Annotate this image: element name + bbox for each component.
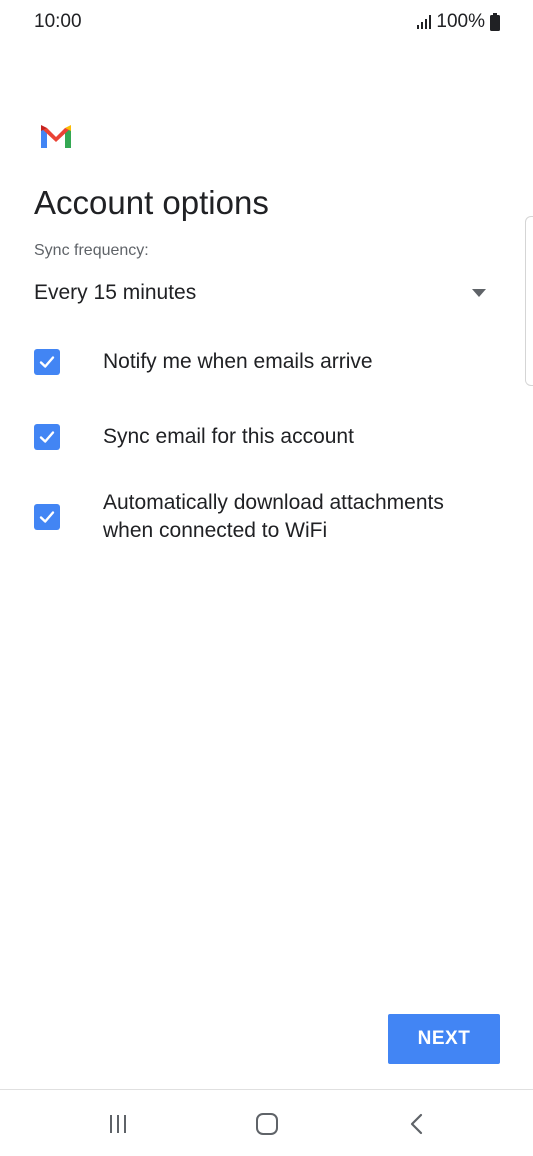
back-button[interactable] [397, 1106, 437, 1142]
sync-frequency-label: Sync frequency: [34, 242, 149, 259]
status-time: 10:00 [34, 11, 82, 32]
signal-icon [417, 15, 432, 29]
sync-email-checkbox[interactable] [34, 424, 60, 450]
sync-email-label[interactable]: Sync email for this account [103, 423, 493, 451]
option-attachments-row: Automatically download attachments when … [34, 489, 494, 545]
dropdown-arrow-icon [472, 289, 486, 297]
auto-download-checkbox[interactable] [34, 504, 60, 530]
home-button[interactable] [247, 1106, 287, 1142]
scroll-indicator[interactable] [525, 216, 533, 386]
next-button[interactable]: NEXT [388, 1014, 500, 1064]
recent-apps-icon [110, 1115, 126, 1133]
check-icon [39, 356, 55, 368]
option-sync-row: Sync email for this account [34, 423, 494, 451]
back-icon [410, 1113, 423, 1135]
sync-frequency-value: Every 15 minutes [34, 281, 197, 304]
page-title: Account options [34, 184, 269, 221]
battery-percentage: 100% [436, 11, 485, 32]
status-indicators: 100% [416, 11, 501, 33]
check-icon [39, 431, 55, 443]
recent-apps-button[interactable] [98, 1106, 138, 1142]
auto-download-label[interactable]: Automatically download attachments when … [103, 489, 493, 545]
battery-icon [490, 13, 500, 31]
sync-frequency-dropdown[interactable]: Every 15 minutes [34, 276, 488, 310]
navigation-bar [0, 1090, 533, 1156]
home-icon [256, 1113, 278, 1135]
notify-label[interactable]: Notify me when emails arrive [103, 348, 493, 376]
status-bar: 10:00 100% [0, 0, 533, 44]
check-icon [39, 511, 55, 523]
option-notify-row: Notify me when emails arrive [34, 348, 494, 376]
gmail-logo-icon [41, 125, 71, 148]
notify-checkbox[interactable] [34, 349, 60, 375]
